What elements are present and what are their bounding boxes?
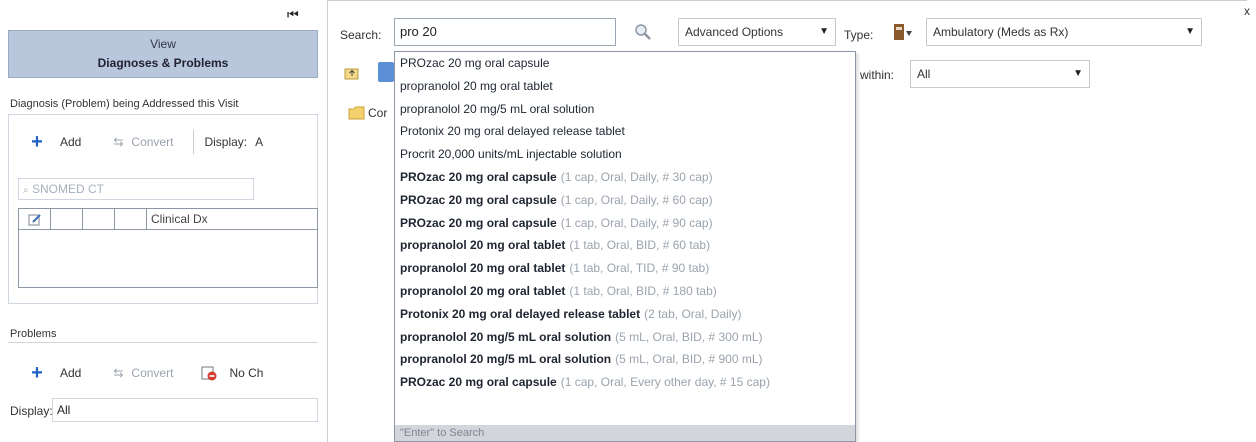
suggestion-dropdown: PROzac 20 mg oral capsule propranolol 20 … xyxy=(394,51,856,442)
suggestion-sig: (1 tab, Oral, BID, # 180 tab) xyxy=(569,283,717,298)
suggestion-item[interactable]: PROzac 20 mg oral capsule (1 cap, Oral, D… xyxy=(395,212,855,235)
suggestion-drug: propranolol 20 mg oral tablet xyxy=(400,283,566,298)
suggestion-drug: propranolol 20 mg/5 mL oral solution xyxy=(400,329,612,344)
suggestion-drug: PROzac 20 mg oral capsule xyxy=(400,56,550,70)
suggestion-drug: propranolol 20 mg/5 mL oral solution xyxy=(400,352,612,367)
add-problem-button[interactable]: Add xyxy=(60,366,81,380)
suggestion-drug: PROzac 20 mg oral capsule xyxy=(400,169,557,184)
suggestion-item[interactable]: PROzac 20 mg oral capsule xyxy=(395,52,855,75)
edit-icon[interactable] xyxy=(19,209,51,229)
toolbar-separator xyxy=(193,130,195,154)
left-panel: ⏮ View Diagnoses & Problems Diagnosis (P… xyxy=(0,0,318,442)
problems-toolbar: + Add ⇆ Convert No Ch xyxy=(26,362,318,384)
diagnosis-toolbar: + Add ⇆ Convert Display: A xyxy=(26,130,318,154)
diagnosis-grid-body xyxy=(18,230,318,288)
folder-tree-item[interactable]: Cor xyxy=(348,106,387,120)
chevron-down-icon: ▼ xyxy=(1073,68,1083,79)
display-value[interactable]: A xyxy=(255,135,263,149)
search-icon: ⌕ xyxy=(23,185,29,196)
suggestion-sig: (1 cap, Oral, Daily, # 90 cap) xyxy=(560,215,713,230)
chevron-down-icon: ▼ xyxy=(819,26,829,37)
navigate-up-icon[interactable] xyxy=(344,66,360,80)
close-icon[interactable]: x xyxy=(1244,4,1250,18)
suggestion-item[interactable]: propranolol 20 mg oral tablet xyxy=(395,75,855,98)
suggestion-sig: (1 cap, Oral, Daily, # 30 cap) xyxy=(560,169,713,184)
grid-cell xyxy=(115,209,147,229)
suggestion-sig: (1 tab, Oral, TID, # 90 tab) xyxy=(569,261,710,276)
folder-icon xyxy=(348,106,365,120)
problems-divider xyxy=(8,342,318,343)
prescription-icon xyxy=(892,22,914,42)
convert-button[interactable]: Convert xyxy=(131,135,173,149)
problems-caption: Problems xyxy=(10,328,57,340)
display-label: Display: xyxy=(204,135,248,149)
suggestion-sig: (1 tab, Oral, BID, # 60 tab) xyxy=(569,238,711,253)
suggestion-list: PROzac 20 mg oral capsule propranolol 20 … xyxy=(395,52,855,394)
favorites-icon[interactable] xyxy=(378,62,394,82)
suggestion-item[interactable]: propranolol 20 mg oral tablet (1 tab, Ora… xyxy=(395,234,855,257)
add-icon[interactable]: + xyxy=(26,132,48,152)
search-label: Search: xyxy=(340,28,382,42)
diagnosis-caption: Diagnosis (Problem) being Addressed this… xyxy=(10,98,239,110)
magnifier-icon[interactable] xyxy=(633,22,653,42)
suggestion-drug: propranolol 20 mg/5 mL oral solution xyxy=(400,101,595,116)
suggestion-item[interactable]: PROzac 20 mg oral capsule (1 cap, Oral, E… xyxy=(395,371,855,394)
no-chronic-icon[interactable] xyxy=(201,365,217,381)
suggestion-sig: (1 cap, Oral, Daily, # 60 cap) xyxy=(560,192,713,207)
suggestion-sig: (5 mL, Oral, BID, # 900 mL) xyxy=(615,352,763,367)
suggestion-drug: PROzac 20 mg oral capsule xyxy=(400,192,557,207)
suggestion-drug: Protonix 20 mg oral delayed release tabl… xyxy=(400,306,641,321)
view-header[interactable]: View Diagnoses & Problems xyxy=(8,30,318,78)
search-input[interactable]: pro 20 xyxy=(394,18,616,46)
convert-icon: ⇆ xyxy=(113,135,124,149)
suggestion-sig: (2 tab, Oral, Daily) xyxy=(644,306,742,321)
grid-cell xyxy=(83,209,115,229)
grid-cell xyxy=(51,209,83,229)
suggestion-drug: Procrit 20,000 units/mL injectable solut… xyxy=(400,147,622,162)
suggestion-sig: (1 cap, Oral, Every other day, # 15 cap) xyxy=(560,375,770,390)
problems-display-label: Display: xyxy=(10,404,53,418)
suggestion-drug: propranolol 20 mg oral tablet xyxy=(400,238,566,253)
clinical-dx-column: Clinical Dx xyxy=(151,212,208,226)
view-title: Diagnoses & Problems xyxy=(97,56,229,70)
within-value: All xyxy=(917,67,931,81)
suggestion-item[interactable]: Procrit 20,000 units/mL injectable solut… xyxy=(395,143,855,166)
folder-label: Cor xyxy=(368,106,388,120)
collapse-left-icon[interactable]: ⏮ xyxy=(287,8,299,23)
diagnosis-grid-header: Clinical Dx xyxy=(18,208,318,230)
add-icon[interactable]: + xyxy=(26,363,48,383)
suggestion-item[interactable]: propranolol 20 mg/5 mL oral solution xyxy=(395,98,855,121)
suggestion-item[interactable]: propranolol 20 mg/5 mL oral solution (5 m… xyxy=(395,326,855,349)
suggestion-drug: propranolol 20 mg oral tablet xyxy=(400,78,553,93)
suggestion-item[interactable]: propranolol 20 mg oral tablet (1 tab, Ora… xyxy=(395,280,855,303)
suggestion-item[interactable]: propranolol 20 mg/5 mL oral solution (5 m… xyxy=(395,348,855,371)
suggestion-item[interactable]: Protonix 20 mg oral delayed release tabl… xyxy=(395,303,855,326)
view-label: View xyxy=(150,37,176,51)
convert-button[interactable]: Convert xyxy=(131,366,173,380)
enter-to-search-hint[interactable]: "Enter" to Search xyxy=(395,425,855,441)
type-select[interactable]: Ambulatory (Meds as Rx) ▼ xyxy=(926,18,1202,46)
snomed-placeholder: SNOMED CT xyxy=(31,182,104,196)
suggestion-drug: propranolol 20 mg oral tablet xyxy=(400,261,566,276)
no-chronic-button[interactable]: No Ch xyxy=(229,366,263,380)
add-diagnosis-button[interactable]: Add xyxy=(60,135,81,149)
suggestion-sig: (5 mL, Oral, BID, # 300 mL) xyxy=(615,329,763,344)
within-label: within: xyxy=(860,68,895,82)
within-select[interactable]: All ▼ xyxy=(910,60,1090,88)
suggestion-item[interactable]: propranolol 20 mg oral tablet (1 tab, Ora… xyxy=(395,257,855,280)
advanced-options-label: Advanced Options xyxy=(685,25,784,39)
chevron-down-icon: ▼ xyxy=(1185,26,1195,37)
snomed-search-input[interactable]: ⌕ SNOMED CT xyxy=(18,178,254,200)
type-label: Type: xyxy=(844,28,874,42)
suggestion-item[interactable]: Protonix 20 mg oral delayed release tabl… xyxy=(395,120,855,143)
suggestion-drug: Protonix 20 mg oral delayed release tabl… xyxy=(400,124,625,139)
advanced-options-dropdown[interactable]: Advanced Options ▼ xyxy=(678,18,836,46)
type-value: Ambulatory (Meds as Rx) xyxy=(933,25,1069,39)
suggestion-item[interactable]: PROzac 20 mg oral capsule (1 cap, Oral, D… xyxy=(395,166,855,189)
suggestion-item[interactable]: PROzac 20 mg oral capsule (1 cap, Oral, D… xyxy=(395,189,855,212)
suggestion-drug: PROzac 20 mg oral capsule xyxy=(400,375,557,390)
suggestion-drug: PROzac 20 mg oral capsule xyxy=(400,215,557,230)
convert-icon: ⇆ xyxy=(113,366,124,380)
problems-display-select[interactable]: All xyxy=(52,398,318,422)
